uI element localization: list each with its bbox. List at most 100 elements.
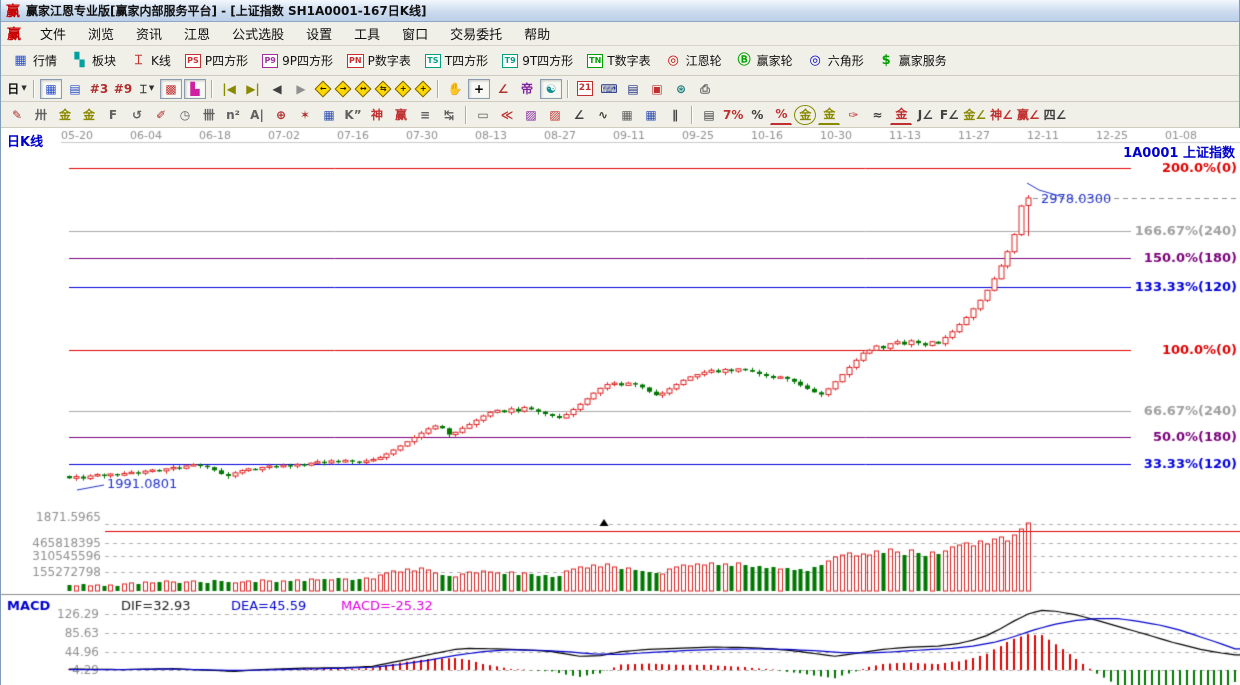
period-day-button[interactable]: 日▼ [6,79,28,99]
network-button[interactable]: ⊛ [670,79,692,99]
prev-page-button[interactable]: ◀ [266,79,288,99]
grid-box-icon[interactable]: ▦ [318,105,340,125]
shen-tool-icon[interactable]: 神 [366,105,388,125]
analysis-button[interactable]: ☯ [540,79,562,99]
winner-service-icon: $ [878,53,895,69]
menu-item-7[interactable]: 窗口 [391,22,439,45]
pattern-button[interactable]: ▩ [160,79,182,99]
percent-line-icon[interactable]: % [770,105,792,125]
percent-7-icon[interactable]: 7% [722,105,744,125]
trendline-button[interactable]: ∠ [492,79,514,99]
print-button[interactable]: ⎙ [694,79,716,99]
menu-item-3[interactable]: 江恩 [173,22,221,45]
info-view-button[interactable]: ▤ [64,79,86,99]
last-page-button[interactable]: ▶| [242,79,264,99]
toolbar-separator [211,80,213,98]
menu-item-5[interactable]: 设置 [295,22,343,45]
chan-tool-icon[interactable]: ▤ [698,105,720,125]
winner-service-button[interactable]: $赢家服务 [871,50,954,71]
menu-item-1[interactable]: 浏览 [77,22,125,45]
chart-3-button[interactable]: #3 [88,79,110,99]
f-lines-icon[interactable]: F [102,105,124,125]
gold-lines-1-icon[interactable]: 金 [54,105,76,125]
ruler-123-icon[interactable]: ≡ [414,105,436,125]
circle-cross-icon[interactable]: ⊕ [270,105,292,125]
gold-angle-icon[interactable]: 金∠ [962,105,987,125]
fan-red-icon[interactable]: ≪ [496,105,518,125]
fan-box-purple-icon[interactable]: ▨ [520,105,542,125]
ying-angle-icon[interactable]: 赢∠ [1016,105,1041,125]
sectors-button[interactable]: ▚板块 [64,50,123,71]
fan-box-red-icon[interactable]: ▨ [544,105,566,125]
grid-arrow-icon[interactable]: ▦ [640,105,662,125]
kline-button[interactable]: ⌶K线 [123,50,178,71]
shen-angle-icon[interactable]: 神∠ [989,105,1014,125]
gold-circle-icon[interactable]: 金 [794,105,816,125]
menu-item-8[interactable]: 交易委托 [439,22,513,45]
compress-button[interactable]: ⇆ [375,80,392,97]
t-number-table-button[interactable]: TNT数字表 [580,50,658,71]
expand-button[interactable]: + [395,80,412,97]
percent-icon[interactable]: % [746,105,768,125]
p-number-table-button[interactable]: PNP数字表 [340,50,418,71]
kline-chart-canvas[interactable] [1,128,1240,685]
window-layout-button[interactable]: ▦ [40,79,62,99]
chart-9-button[interactable]: #9 [112,79,134,99]
k-note-icon[interactable]: K” [342,105,364,125]
time-circle-icon[interactable]: ◷ [174,105,196,125]
box-tool-icon[interactable]: ▭ [472,105,494,125]
calculator-button[interactable]: ⌨ [598,79,620,99]
t-square-button[interactable]: TST四方形 [418,50,495,71]
candle-style-button[interactable]: ⌶▼ [136,79,158,99]
ying-tool-icon[interactable]: 赢 [390,105,412,125]
menu-logo-icon: 赢 [3,24,29,44]
grid-lines-2-icon[interactable]: 卌 [198,105,220,125]
f-angle-icon[interactable]: F∠ [938,105,960,125]
span-measure-icon[interactable]: ↹ [438,105,460,125]
pan-hand-button[interactable]: ✋ [444,79,466,99]
four-angle-icon[interactable]: 四∠ [1043,105,1068,125]
notes-button[interactable]: ▤ [622,79,644,99]
red-compass-icon[interactable]: ✐ [150,105,172,125]
period-label: 日K线 [7,131,43,150]
gold-underline-icon[interactable]: 金 [818,105,840,125]
crosshair-button[interactable]: + [468,79,490,99]
gold-underline-red-icon[interactable]: 金 [890,105,912,125]
brush-icon[interactable]: ✑ [842,105,864,125]
nine-p-square-button[interactable]: P99P四方形 [255,50,340,71]
grid-small-icon[interactable]: ▦ [616,105,638,125]
gann-wheel-button[interactable]: ◎江恩轮 [658,50,729,71]
expand-all-button[interactable]: + [415,80,432,97]
gann-emperor-button[interactable]: 帝 [516,79,538,99]
first-page-button[interactable]: |◀ [218,79,240,99]
wave-icon[interactable]: ≈ [866,105,888,125]
volume-profile-button[interactable]: ▙ [184,79,206,99]
save-button[interactable]: ▣ [646,79,668,99]
spiral-icon[interactable]: ↺ [126,105,148,125]
parallel-lines-icon[interactable]: ∥ [664,105,686,125]
angle-fan-icon[interactable]: ∠ [568,105,590,125]
gold-lines-2-icon[interactable]: 金 [78,105,100,125]
shift-right-button[interactable]: → [335,80,352,97]
j-angle-icon[interactable]: J∠ [914,105,936,125]
nine-t-square-button[interactable]: T99T四方形 [495,50,580,71]
next-page-button[interactable]: ▶ [290,79,312,99]
a-line-icon[interactable]: A| [246,105,268,125]
shift-left-button[interactable]: ← [315,80,332,97]
p-square-button[interactable]: PSP四方形 [178,50,255,71]
grid-lines-icon[interactable]: 卅 [30,105,52,125]
star-circle-icon[interactable]: ✶ [294,105,316,125]
n-squared-icon[interactable]: n² [222,105,244,125]
shift-both-button[interactable]: ↔ [355,80,372,97]
menu-item-0[interactable]: 文件 [29,22,77,45]
winner-wheel-button[interactable]: Ⓑ赢家轮 [729,50,800,71]
menu-item-4[interactable]: 公式选股 [221,22,295,45]
menu-item-9[interactable]: 帮助 [513,22,561,45]
menu-item-6[interactable]: 工具 [343,22,391,45]
calendar-button[interactable]: 21 [574,79,596,99]
zigzag-icon[interactable]: ∿ [592,105,614,125]
gann-compass-icon[interactable]: ✎ [6,105,28,125]
quotes-button[interactable]: ▦行情 [5,50,64,71]
hexagon-button[interactable]: ◎六角形 [800,50,871,71]
menu-item-2[interactable]: 资讯 [125,22,173,45]
